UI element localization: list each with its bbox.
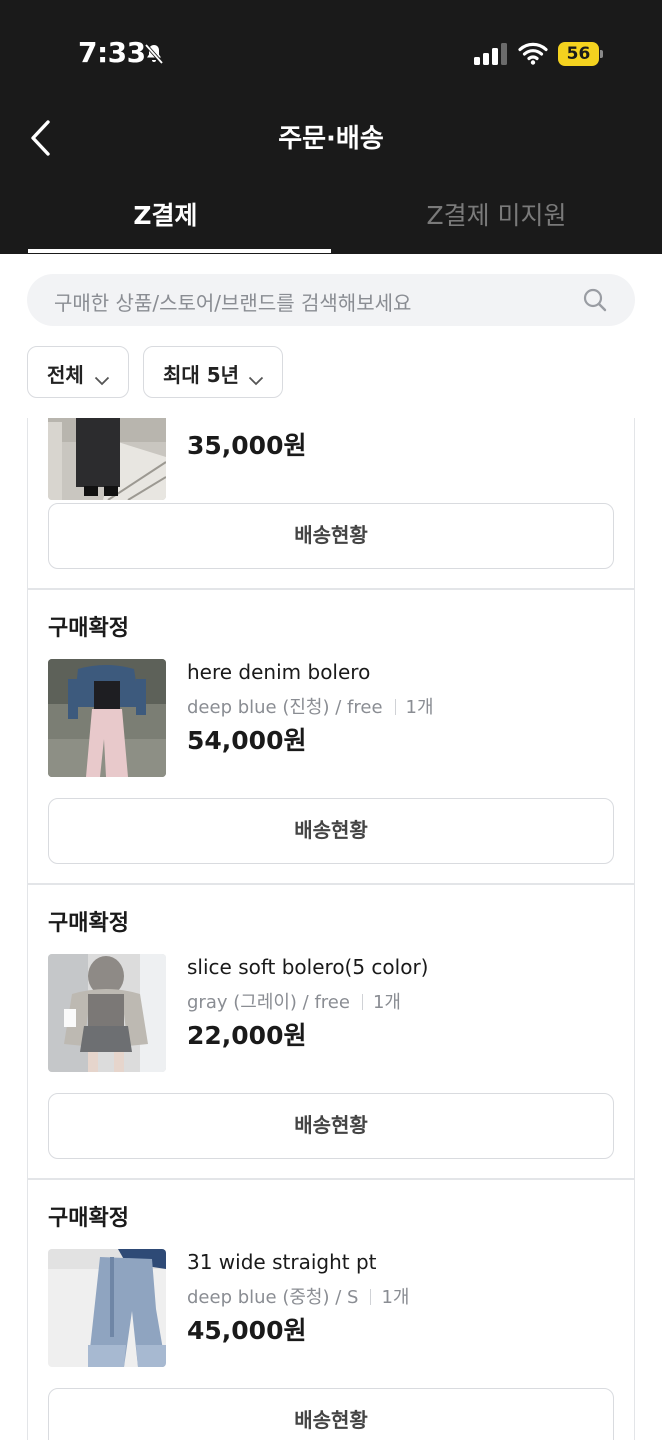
separator [394,699,396,715]
chevron-down-icon [94,367,110,391]
app-header: 7:33 56 주문·배송 Z결제 Z결제 미지원 [0,0,662,254]
status-time: 7:33 [78,36,146,69]
product-option-text: deep blue (진청) / free [187,697,383,718]
tab-active-indicator [28,249,331,253]
bell-slash-icon [142,42,166,70]
product-quantity: 1개 [405,697,434,718]
order-divider [27,883,635,885]
wifi-icon [518,41,548,69]
product-option-text: gray (그레이) / free [187,992,350,1013]
order-divider [27,588,635,590]
order-status: 구매확정 [48,911,129,936]
product-price: 54,000원 [187,726,307,755]
product-option-text: deep blue (중청) / S [187,1287,359,1308]
product-name[interactable]: 31 wide straight pt [187,1250,376,1274]
product-name[interactable]: here denim bolero [187,660,370,684]
product-quantity: 1개 [381,1287,410,1308]
product-option: gray (그레이) / free 1개 [187,988,401,1014]
product-option: deep blue (중청) / S 1개 [187,1283,409,1309]
chevron-down-icon [248,367,264,391]
product-quantity: 1개 [372,992,401,1013]
product-thumbnail[interactable] [48,418,166,500]
search-placeholder: 구매한 상품/스토어/브랜드를 검색해보세요 [54,291,412,315]
product-name[interactable]: slice soft bolero(5 color) [187,955,428,979]
page-title: 주문·배송 [278,124,384,154]
battery-level: 56 [558,42,599,66]
separator [361,994,363,1010]
battery-tip [600,50,603,58]
order-status: 구매확정 [48,1206,129,1231]
product-option: deep blue (진청) / free 1개 [187,693,434,719]
delivery-status-button[interactable]: 배송현황 [48,798,614,864]
product-price: 35,000원 [187,431,307,460]
product-thumbnail[interactable] [48,1249,166,1367]
order-list[interactable]: 35,000원 배송현황 구매확정 here denim bolero deep… [0,418,662,1440]
filter-period-dropdown[interactable]: 최대 5년 [143,346,283,398]
battery-icon: 56 [558,42,604,66]
search-icon[interactable] [582,287,608,317]
order-divider [27,1178,635,1180]
product-thumbnail[interactable] [48,954,166,1072]
filter-all-dropdown[interactable]: 전체 [27,346,129,398]
separator [370,1289,372,1305]
product-thumbnail[interactable] [48,659,166,777]
tab-z-pay-unsupported[interactable]: Z결제 미지원 [331,196,662,232]
product-price: 22,000원 [187,1021,307,1050]
filter-period-label: 최대 5년 [163,363,240,387]
filter-all-label: 전체 [47,363,84,387]
delivery-status-button[interactable]: 배송현황 [48,1388,614,1440]
delivery-status-button[interactable]: 배송현황 [48,503,614,569]
product-price: 45,000원 [187,1316,307,1345]
delivery-status-button[interactable]: 배송현황 [48,1093,614,1159]
order-status: 구매확정 [48,616,129,641]
search-input[interactable]: 구매한 상품/스토어/브랜드를 검색해보세요 [27,274,635,326]
signal-icon [474,43,508,69]
tab-z-pay[interactable]: Z결제 [0,196,331,232]
